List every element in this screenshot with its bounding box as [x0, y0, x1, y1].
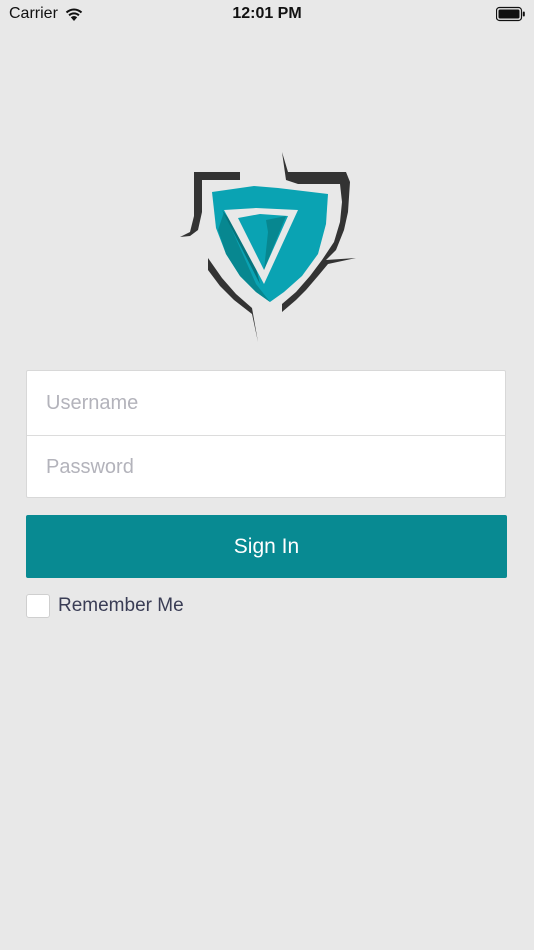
login-form	[26, 370, 506, 498]
password-field-container[interactable]	[27, 435, 505, 499]
battery-icon	[496, 6, 525, 22]
sign-in-button[interactable]: Sign In	[26, 515, 507, 578]
password-input[interactable]	[46, 455, 505, 479]
remember-me-row[interactable]: Remember Me	[26, 594, 184, 618]
username-input[interactable]	[46, 391, 505, 415]
remember-me-label[interactable]: Remember Me	[58, 595, 184, 617]
remember-me-checkbox[interactable]	[26, 594, 50, 618]
status-bar: Carrier 12:01 PM	[0, 0, 534, 28]
shield-logo-icon	[180, 152, 356, 342]
username-field-container[interactable]	[27, 371, 505, 435]
status-time: 12:01 PM	[232, 5, 302, 22]
